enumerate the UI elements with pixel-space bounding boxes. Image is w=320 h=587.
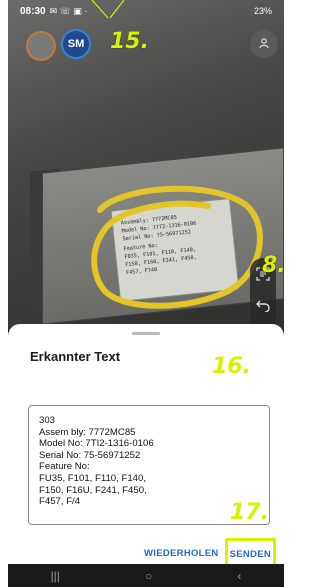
- annotation-16: 16.: [212, 354, 251, 379]
- profile-button[interactable]: [250, 30, 278, 58]
- recents-icon[interactable]: |||: [51, 569, 60, 583]
- battery-level: 23%: [253, 6, 272, 16]
- repeat-button[interactable]: WIEDERHOLEN: [144, 548, 219, 559]
- back-icon[interactable]: ‹: [237, 569, 241, 583]
- annotation-17: 17.: [230, 500, 269, 525]
- avatar-initials: SM: [67, 38, 85, 50]
- drag-handle[interactable]: [132, 332, 160, 335]
- undo-icon[interactable]: [254, 296, 272, 314]
- label-plate: Assembly: 7772MC85 Model No: 7772-1316-0…: [111, 199, 239, 301]
- person-icon: [258, 37, 270, 52]
- avatar[interactable]: SM: [63, 31, 89, 57]
- status-bar: 08:30 ✉ ☏ ▣ · 23%: [8, 0, 284, 22]
- camera-mode-button[interactable]: [26, 31, 56, 61]
- annotation-8: 8.: [262, 253, 286, 278]
- home-icon[interactable]: ○: [145, 569, 152, 583]
- send-button[interactable]: SENDEN: [230, 549, 271, 560]
- status-time: 08:30: [20, 5, 46, 17]
- phone-screen: Assembly: 7772MC85 Model No: 7772-1316-0…: [8, 0, 284, 587]
- notification-icons: ✉ ☏ ▣ ·: [49, 5, 88, 16]
- system-nav-bar: ||| ○ ‹: [8, 564, 284, 587]
- annotation-15: 15.: [110, 29, 149, 54]
- sheet-title: Erkannter Text: [30, 349, 121, 364]
